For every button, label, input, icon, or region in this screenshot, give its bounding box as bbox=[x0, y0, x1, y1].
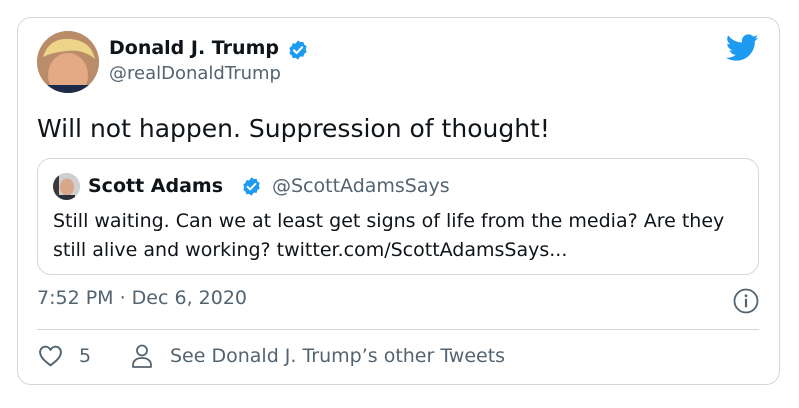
quoted-author-handle[interactable]: @ScottAdamsSays bbox=[272, 175, 450, 197]
quoted-tweet-text: Still waiting. Can we at least get signs… bbox=[53, 210, 725, 261]
like-count: 5 bbox=[79, 345, 92, 367]
quoted-author-name[interactable]: Scott Adams bbox=[88, 175, 223, 197]
see-other-tweets-link[interactable]: See Donald J. Trump’s other Tweets bbox=[170, 345, 505, 367]
heart-icon[interactable] bbox=[37, 343, 64, 369]
info-icon[interactable] bbox=[733, 288, 759, 314]
quoted-tweet[interactable]: Scott Adams @ScottAdamsSays Still waitin… bbox=[37, 158, 759, 275]
person-icon bbox=[132, 344, 152, 368]
author-name[interactable]: Donald J. Trump bbox=[109, 37, 279, 59]
author-handle[interactable]: @realDonaldTrump bbox=[109, 63, 281, 84]
quoted-author-avatar[interactable] bbox=[53, 173, 80, 200]
author-avatar[interactable] bbox=[37, 31, 99, 93]
verified-badge-icon bbox=[289, 40, 307, 60]
verified-badge-icon bbox=[243, 177, 260, 196]
twitter-bird-icon[interactable] bbox=[726, 34, 759, 62]
divider bbox=[37, 329, 759, 330]
tweet-text: Will not happen. Suppression of thought! bbox=[37, 114, 550, 143]
tweet-timestamp[interactable]: 7:52 PM · Dec 6, 2020 bbox=[37, 287, 247, 309]
